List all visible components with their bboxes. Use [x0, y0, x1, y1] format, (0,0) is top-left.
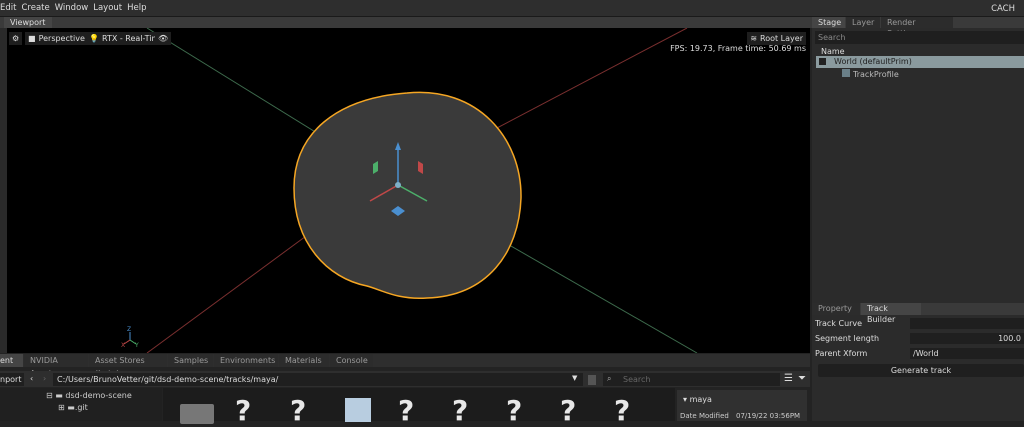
menu-help[interactable]: Help: [127, 3, 146, 13]
info-folder-label: maya: [689, 395, 712, 404]
tab-property[interactable]: Property: [812, 303, 860, 315]
path-bar: nport ‹ › C:/Users/BrunoVetter/git/dsd-d…: [0, 371, 810, 387]
date-modified-value: 07/19/22 03:56PM: [736, 412, 801, 420]
left-toolbar: [0, 28, 7, 353]
tab-viewport[interactable]: Viewport: [4, 17, 52, 28]
grid-axis-line: [496, 237, 698, 353]
segment-length-label: Segment length: [815, 334, 880, 343]
tree-item-label: dsd-demo-scene: [65, 391, 132, 400]
track-curve-label: Track Curve: [815, 319, 863, 328]
camera-label: Perspective: [38, 34, 85, 43]
content-browser: ent NVIDIA Assets Asset Stores (beta) Sa…: [0, 354, 810, 426]
grid-axis-line: [496, 28, 688, 129]
unknown-file-icon[interactable]: ?: [614, 396, 630, 426]
unknown-file-icon[interactable]: ?: [560, 396, 576, 426]
mesh-icon: [842, 69, 850, 77]
date-modified-label: Date Modified: [680, 412, 729, 420]
path-field[interactable]: C:/Users/BrunoVetter/git/dsd-demo-scene/…: [53, 373, 583, 386]
tab-samples[interactable]: Samples: [168, 354, 213, 367]
unknown-file-icon[interactable]: ?: [452, 396, 468, 426]
tab-materials[interactable]: Materials: [279, 354, 329, 367]
settings-button[interactable]: ⚙: [9, 32, 23, 45]
selected-track-mesh[interactable]: [293, 91, 522, 299]
bookmark-icon[interactable]: [588, 375, 596, 385]
grid-axis-line: [146, 227, 318, 353]
unknown-file-icon[interactable]: ?: [290, 396, 306, 426]
tab-asset-stores[interactable]: Asset Stores (beta): [89, 354, 167, 378]
filter-icon[interactable]: ⏷: [798, 373, 806, 384]
folder-icon: ⊞ ▬: [58, 403, 75, 412]
tree-item-label: .git: [74, 403, 88, 412]
tree-item-trackprofile[interactable]: TrackProfile: [842, 69, 899, 81]
list-view-icon[interactable]: ☰: [784, 373, 793, 384]
folder-tree: ⊟ ▬ dsd-demo-scene ⊞ ▬.git: [0, 388, 162, 421]
camera-button[interactable]: ■ Perspective: [25, 32, 88, 45]
parent-xform-label: Parent Xform: [815, 349, 868, 358]
tree-item-git[interactable]: ⊞ ▬.git: [58, 403, 88, 412]
folder-icon[interactable]: [180, 404, 214, 424]
segment-length-field[interactable]: 100.0: [910, 333, 1024, 344]
viewport[interactable]: Z X Y ⚙ ■ Perspective 💡 RTX - Real-Time 👁 …: [7, 28, 810, 353]
folder-open-icon: ⊟ ▬: [46, 391, 66, 400]
axis-x-label: X: [121, 342, 126, 349]
stage-tabbar: Stage Layer Render Settings: [812, 17, 1024, 38]
lightbulb-icon: 💡: [89, 34, 99, 43]
unknown-file-icon[interactable]: ?: [506, 396, 522, 426]
stage-search-input[interactable]: Search: [815, 31, 1024, 44]
viewport-tabbar: Viewport: [0, 17, 812, 28]
parent-xform-field[interactable]: /World: [910, 348, 1024, 359]
visibility-button[interactable]: 👁: [155, 32, 172, 45]
search-icon: ⌕: [607, 374, 612, 383]
tab-stage[interactable]: Stage: [812, 17, 845, 28]
menu-bar: Edit Create Window Layout Help CACH: [0, 0, 1024, 17]
generate-track-button[interactable]: Generate track: [818, 364, 1024, 377]
grid-axis-line: [146, 28, 318, 134]
tab-console[interactable]: Console: [330, 354, 373, 367]
eye-icon: 👁: [158, 34, 169, 43]
menu-window[interactable]: Window: [55, 3, 89, 13]
menu-create[interactable]: Create: [21, 3, 49, 13]
tree-item-label: TrackProfile: [853, 70, 899, 79]
info-panel: ▾ maya Date Modified 07/19/22 03:56PM: [677, 390, 807, 421]
cache-label[interactable]: CACH: [991, 4, 1015, 14]
tab-render-settings[interactable]: Render Settings: [881, 17, 953, 38]
info-folder-name: ▾ maya: [683, 395, 712, 404]
collapse-icon[interactable]: [819, 58, 826, 65]
stage-panel: Stage Layer Render Settings Search Name …: [812, 17, 1024, 421]
tree-item-world[interactable]: World (defaultPrim): [816, 56, 1024, 68]
tab-nvidia-assets[interactable]: NVIDIA Assets: [24, 354, 88, 378]
gear-icon: ⚙: [12, 34, 20, 43]
property-tabbar: Property Track Builder: [812, 303, 1024, 324]
import-button[interactable]: nport: [0, 373, 24, 386]
content-tabbar: ent NVIDIA Assets Asset Stores (beta) Sa…: [0, 354, 810, 378]
gizmo-center[interactable]: [395, 182, 401, 188]
tab-track-builder[interactable]: Track Builder: [861, 303, 921, 324]
path-dropdown-icon[interactable]: ▼: [572, 374, 577, 382]
axis-z-label: Z: [127, 326, 132, 333]
tab-content[interactable]: ent: [0, 354, 23, 367]
tab-layer[interactable]: Layer: [846, 17, 880, 28]
camera-icon: ■: [28, 34, 36, 43]
forward-button[interactable]: ›: [43, 374, 46, 383]
back-button[interactable]: ‹: [30, 374, 33, 383]
unknown-file-icon[interactable]: ?: [235, 396, 251, 426]
menu-layout[interactable]: Layout: [93, 3, 122, 13]
content-search-input[interactable]: Search: [603, 373, 780, 386]
tree-item-label: World (defaultPrim): [834, 57, 912, 66]
name-column-header[interactable]: Name: [821, 47, 845, 56]
scene-view: [123, 28, 698, 353]
axis-y-label: Y: [135, 342, 139, 349]
tab-environments[interactable]: Environments: [214, 354, 278, 367]
tree-item-dsd-demo-scene[interactable]: ⊟ ▬ dsd-demo-scene: [46, 391, 132, 400]
track-curve-field[interactable]: [910, 318, 1024, 329]
image-file-icon[interactable]: [345, 398, 371, 422]
menu-edit[interactable]: Edit: [0, 3, 16, 13]
fps-readout: FPS: 19.73, Frame time: 50.69 ms: [670, 44, 806, 53]
unknown-file-icon[interactable]: ?: [398, 396, 414, 426]
